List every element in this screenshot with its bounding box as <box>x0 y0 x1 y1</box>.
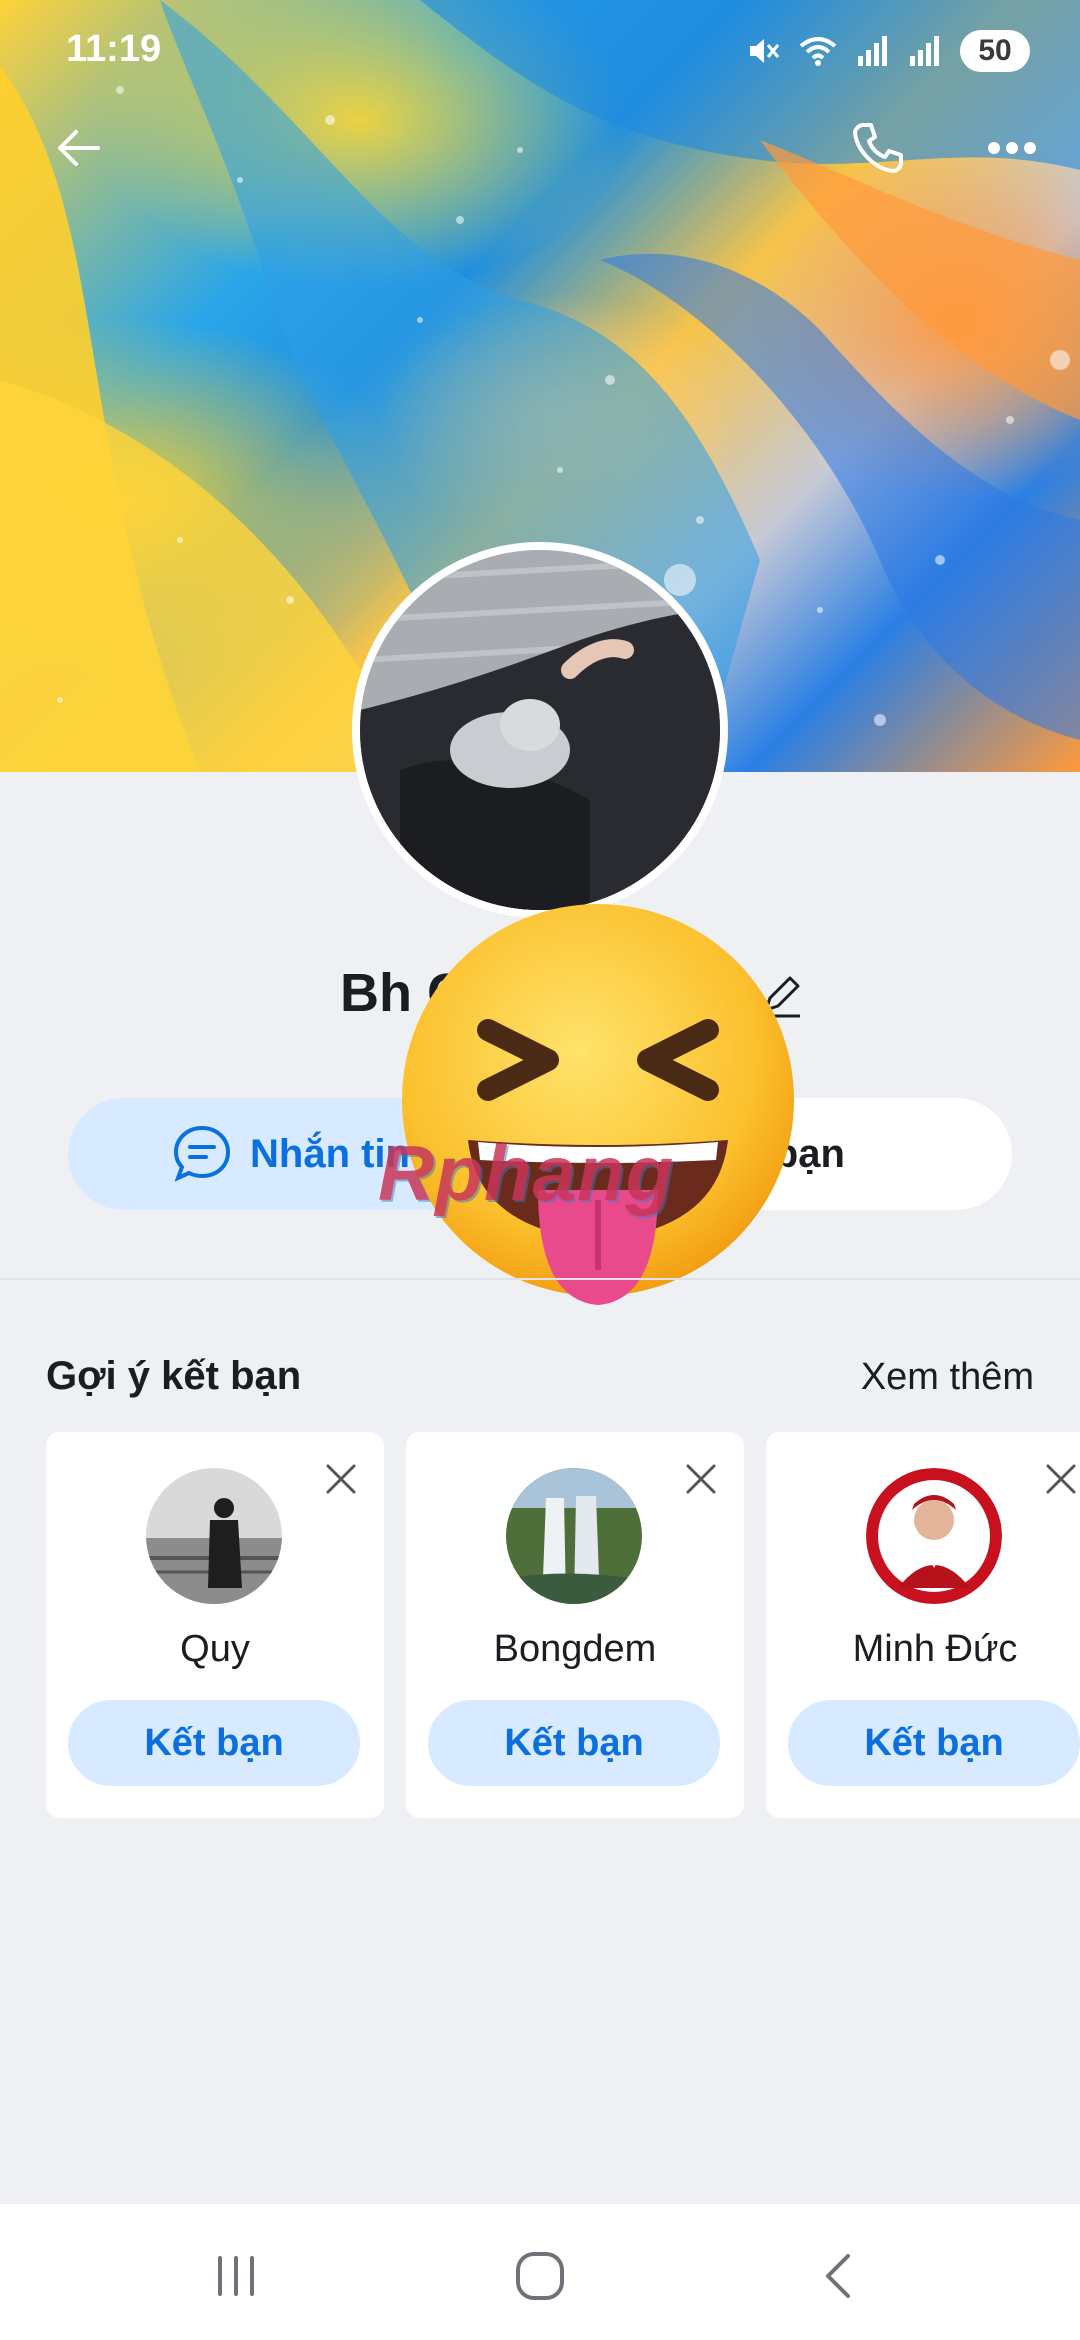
section-divider <box>0 1278 1080 1280</box>
arrow-left-icon <box>58 130 100 166</box>
avatar-photo <box>506 1468 642 1604</box>
suggestion-avatar <box>506 1468 642 1604</box>
signal-icon-2 <box>910 36 939 66</box>
status-time: 11:19 <box>66 28 162 70</box>
battery-indicator: 50 <box>960 30 1030 72</box>
nav-back-icon <box>826 2254 850 2298</box>
system-nav-bar <box>0 2204 1080 2340</box>
suggestions-title: Gợi ý kết bạn <box>46 1354 302 1398</box>
watermark: Rphang <box>378 1129 675 1217</box>
avatar-photo <box>146 1468 282 1604</box>
profile-avatar[interactable] <box>352 542 728 918</box>
signal-icon <box>858 36 887 66</box>
nav-back-button[interactable] <box>800 2240 880 2312</box>
add-friend-button[interactable]: Kết bạn <box>68 1700 360 1786</box>
suggestion-card[interactable]: Quy Kết bạn <box>46 1432 384 1818</box>
chat-bubble-icon <box>173 1125 231 1182</box>
avatar-photo <box>360 550 720 910</box>
suggestion-card[interactable]: Bongdem Kết bạn <box>406 1432 744 1818</box>
call-button[interactable] <box>836 106 920 190</box>
suggestion-avatar <box>866 1468 1002 1604</box>
add-friend-button[interactable]: Kết bạn <box>788 1700 1080 1786</box>
home-button[interactable] <box>500 2240 580 2312</box>
suggestion-name: Quy <box>180 1628 250 1670</box>
suggestion-avatar <box>146 1468 282 1604</box>
suggestion-name: Minh Đức <box>852 1628 1018 1670</box>
suggestion-card[interactable]: Minh Đức Kết bạn <box>766 1432 1080 1818</box>
status-bar: 11:19 50 <box>0 0 1080 100</box>
close-icon[interactable] <box>1044 1462 1078 1496</box>
avatar-photo <box>866 1468 1002 1604</box>
phone-icon <box>853 123 903 173</box>
mute-icon <box>750 39 780 63</box>
more-button[interactable] <box>970 106 1054 190</box>
emoji-sticker <box>402 904 794 1305</box>
recents-icon <box>218 2256 254 2296</box>
close-icon[interactable] <box>324 1462 358 1496</box>
wifi-icon <box>799 37 837 66</box>
back-button[interactable] <box>36 106 120 190</box>
status-icons: 50 <box>746 28 1030 74</box>
recents-button[interactable] <box>196 2240 276 2312</box>
suggestion-name: Bongdem <box>493 1628 657 1670</box>
see-more-link[interactable]: Xem thêm <box>861 1356 1034 1399</box>
home-icon <box>516 2252 564 2300</box>
close-icon[interactable] <box>684 1462 718 1496</box>
more-horizontal-icon <box>988 142 1036 154</box>
add-friend-button[interactable]: Kết bạn <box>428 1700 720 1786</box>
